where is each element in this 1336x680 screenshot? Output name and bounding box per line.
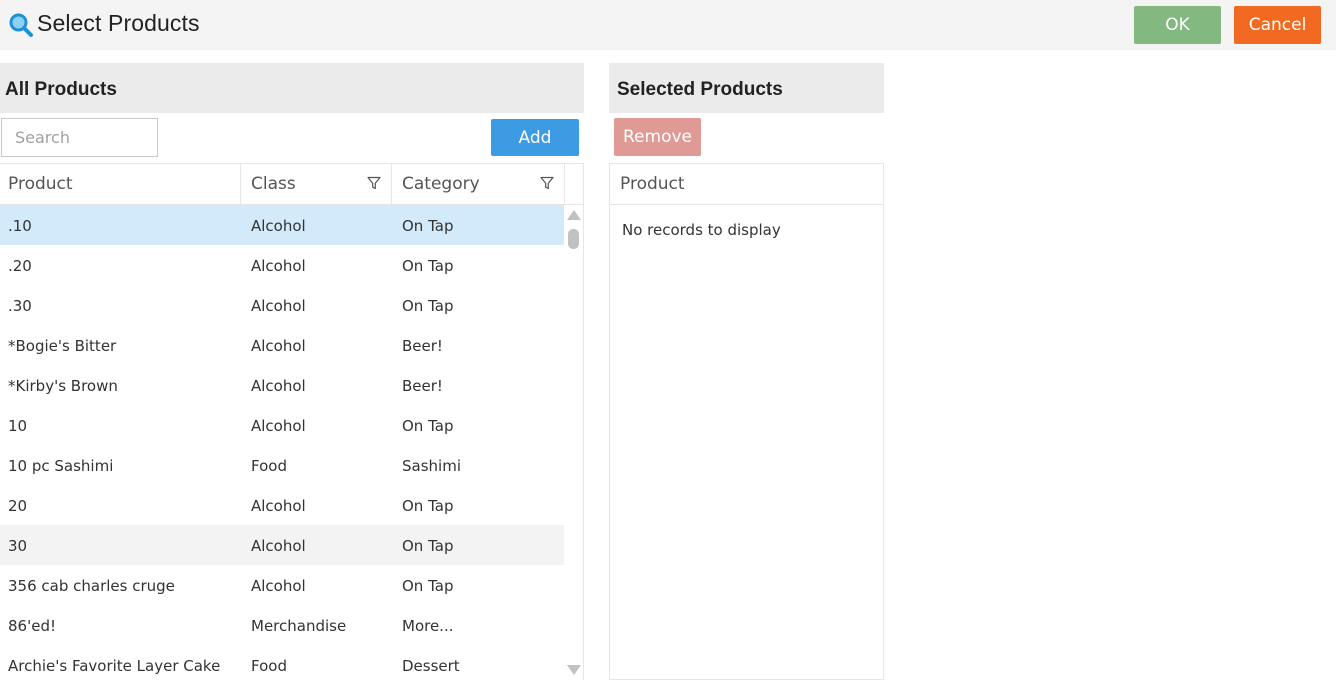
product-cell: 30 (8, 537, 28, 555)
column-header-label: Product (8, 174, 73, 194)
category-cell: More... (402, 617, 454, 635)
class-cell: Merchandise (251, 617, 347, 635)
remove-button[interactable]: Remove (614, 118, 701, 156)
selected-products-panel: Selected Products Remove Product No reco… (609, 63, 884, 680)
class-cell: Alcohol (251, 297, 306, 315)
table-row[interactable]: 86'ed! Merchandise More... (0, 605, 564, 645)
product-cell: .10 (8, 217, 32, 235)
class-cell: Alcohol (251, 337, 306, 355)
class-cell: Food (251, 657, 287, 675)
column-header-class[interactable]: Class (241, 164, 392, 204)
category-cell: Beer! (402, 377, 443, 395)
filter-icon[interactable] (540, 176, 554, 190)
table-row[interactable]: .10 Alcohol On Tap (0, 205, 564, 245)
column-header-label: Class (251, 174, 296, 194)
ok-button[interactable]: OK (1134, 6, 1221, 44)
filter-icon[interactable] (367, 176, 381, 190)
search-input[interactable] (1, 118, 158, 157)
scroll-up-arrow-icon[interactable] (567, 210, 581, 220)
class-cell: Food (251, 457, 287, 475)
class-cell: Alcohol (251, 257, 306, 275)
product-cell: 10 pc Sashimi (8, 457, 114, 475)
table-row[interactable]: *Bogie's Bitter Alcohol Beer! (0, 325, 564, 365)
column-header-product[interactable]: Product (610, 164, 883, 205)
products-grid: Product Class Category .10 Alcohol On Tap.… (0, 163, 584, 680)
category-cell: Sashimi (402, 457, 461, 475)
category-cell: Beer! (402, 337, 443, 355)
product-cell: 356 cab charles cruge (8, 577, 175, 595)
table-row[interactable]: 10 pc Sashimi Food Sashimi (0, 445, 564, 485)
product-cell: 10 (8, 417, 28, 435)
column-header-row: Product Class Category (0, 163, 584, 205)
scroll-thumb[interactable] (568, 229, 579, 249)
category-cell: On Tap (402, 257, 454, 275)
category-cell: On Tap (402, 537, 454, 555)
search-icon (9, 13, 33, 37)
selected-products-header: Selected Products (609, 63, 884, 113)
product-cell: .30 (8, 297, 32, 315)
table-row[interactable]: 20 Alcohol On Tap (0, 485, 564, 525)
product-cell: *Bogie's Bitter (8, 337, 117, 355)
empty-message: No records to display (622, 221, 781, 239)
cancel-button[interactable]: Cancel (1234, 6, 1321, 44)
products-rows: .10 Alcohol On Tap .20 Alcohol On Tap .30 Alcoh… (0, 205, 564, 680)
table-row[interactable]: 10 Alcohol On Tap (0, 405, 564, 445)
category-cell: On Tap (402, 217, 454, 235)
column-header-label: Category (402, 174, 480, 194)
table-row[interactable]: Archie's Favorite Layer Cake Food Dessert (0, 645, 564, 680)
table-row[interactable]: .20 Alcohol On Tap (0, 245, 564, 285)
class-cell: Alcohol (251, 537, 306, 555)
category-cell: On Tap (402, 497, 454, 515)
column-header-product[interactable]: Product (0, 164, 241, 204)
category-cell: On Tap (402, 577, 454, 595)
selected-products-grid: Product No records to display (609, 163, 884, 680)
title-bar: Select Products OK Cancel (0, 0, 1336, 50)
category-cell: On Tap (402, 417, 454, 435)
dialog-title: Select Products (37, 10, 200, 36)
column-header-category[interactable]: Category (392, 164, 565, 204)
class-cell: Alcohol (251, 577, 306, 595)
product-cell: 86'ed! (8, 617, 56, 635)
product-cell: .20 (8, 257, 32, 275)
table-row[interactable]: .30 Alcohol On Tap (0, 285, 564, 325)
table-row[interactable]: 30 Alcohol On Tap (0, 525, 564, 565)
product-cell: Archie's Favorite Layer Cake (8, 657, 221, 675)
class-cell: Alcohol (251, 497, 306, 515)
vertical-scrollbar[interactable] (564, 205, 583, 680)
table-row[interactable]: *Kirby's Brown Alcohol Beer! (0, 365, 564, 405)
table-row[interactable]: 356 cab charles cruge Alcohol On Tap (0, 565, 564, 605)
product-cell: 20 (8, 497, 28, 515)
class-cell: Alcohol (251, 217, 306, 235)
product-cell: *Kirby's Brown (8, 377, 118, 395)
class-cell: Alcohol (251, 377, 306, 395)
category-cell: On Tap (402, 297, 454, 315)
scroll-down-arrow-icon[interactable] (567, 665, 581, 675)
all-products-panel: All Products Add Product Class Category … (0, 63, 584, 680)
add-button[interactable]: Add (491, 119, 579, 156)
all-products-header: All Products (0, 63, 584, 113)
category-cell: Dessert (402, 657, 460, 675)
class-cell: Alcohol (251, 417, 306, 435)
